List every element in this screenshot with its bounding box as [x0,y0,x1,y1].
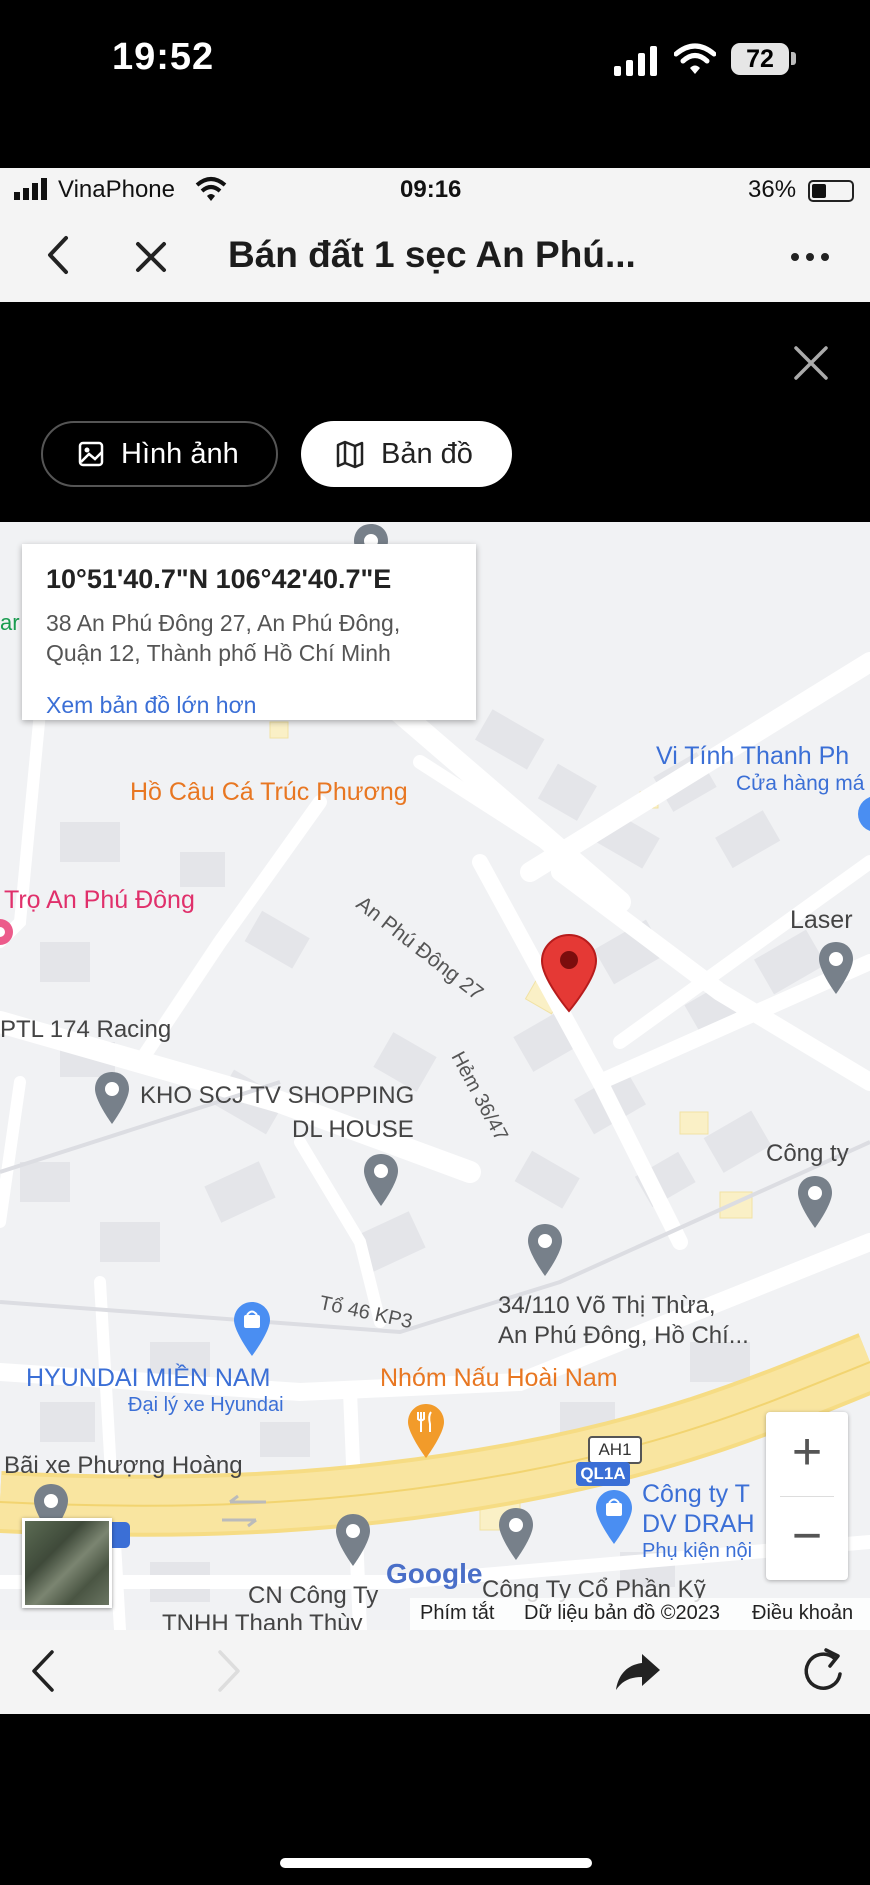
inner-clock: 09:16 [400,176,462,203]
nav-bar: Bán đất 1 sẹc An Phú... [0,210,870,303]
map-label: Cửa hàng má [736,772,865,795]
place-info-card: 10°51'40.7"N 106°42'40.7"E 38 An Phú Đôn… [22,544,476,720]
map-icon [336,440,364,469]
share-icon[interactable] [614,1650,662,1692]
tab-map-label: Bản đồ [381,437,473,470]
place-pin-icon[interactable] [93,1070,131,1126]
route-badge-ah1: AH1 [588,1436,642,1464]
battery-icon: 72 [731,43,789,75]
back-icon[interactable] [44,234,72,276]
shopping-pin-icon[interactable] [232,1300,272,1358]
map-label: Công ty T [642,1480,750,1508]
map-label: KHO SCJ TV SHOPPING [140,1082,415,1109]
shopping-pin-icon[interactable] [856,794,870,834]
restaurant-pin-icon[interactable] [406,1402,446,1460]
inner-status-bar: VinaPhone 09:16 36% [0,168,870,210]
os-status-bar: 19:52 72 [0,0,870,168]
image-icon [78,441,104,467]
forward-icon[interactable] [214,1648,244,1694]
zoom-out-button[interactable]: − [766,1496,848,1580]
tab-images-label: Hình ảnh [121,437,239,470]
satellite-view-toggle[interactable] [22,1518,112,1608]
map-label: Nhóm Nấu Hoài Nam [380,1364,618,1392]
map-label: CN Công Ty [248,1582,379,1609]
map-label: Laser [790,906,853,934]
map-label: DV DRAH [642,1510,755,1538]
close-icon[interactable] [134,240,168,274]
close-viewer-icon[interactable] [792,344,830,382]
map-label: DL HOUSE [292,1116,414,1143]
terms-link[interactable]: Điều khoản [752,1602,853,1625]
battery-icon [808,180,854,202]
map-label: HYUNDAI MIỀN NAM [26,1364,271,1392]
map-label: Phụ kiện nội [642,1540,753,1562]
home-indicator[interactable] [280,1858,592,1868]
page-title: Bán đất 1 sẹc An Phú... [228,234,636,275]
battery-tip [791,52,796,65]
address-line-1: 38 An Phú Đông 27, An Phú Đông, [46,610,401,636]
map-label: PTL 174 Racing [0,1016,172,1043]
map-label: Bãi xe Phượng Hoàng [4,1452,243,1479]
place-pin-icon[interactable] [796,1174,834,1230]
traffic-direction-icon [222,1494,266,1528]
more-options-icon[interactable] [790,252,830,262]
map-data-text: Dữ liệu bản đồ ©2023 [524,1602,721,1624]
address-line-2: Quận 12, Thành phố Hồ Chí Minh [46,640,391,666]
place-pin-icon[interactable] [817,940,855,996]
os-clock: 19:52 [112,36,215,78]
signal-icon [14,178,47,200]
route-badge-ql1a: QL1A [576,1462,630,1486]
place-pin-icon[interactable] [497,1506,535,1562]
wifi-icon [195,177,227,201]
map-label: TNHH Thanh Thùy [162,1610,363,1630]
carrier-name: VinaPhone [58,176,175,203]
map-label: Trọ An Phú Đông [4,886,195,914]
map-label: ar [0,610,20,635]
shopping-pin-icon[interactable] [594,1488,634,1546]
map-view[interactable]: AH1 QL1A ar Hồ Câu Cá Trúc Phương Vi Tín… [0,522,870,1630]
place-pin-icon[interactable] [362,1152,400,1208]
place-pin-icon[interactable] [526,1222,564,1278]
map-attribution: Phím tắt Dữ liệu bản đồ ©2023 Điều khoản [410,1598,870,1630]
map-label: Đại lý xe Hyundai [128,1394,284,1416]
wifi-icon [674,43,716,74]
reload-icon[interactable] [800,1646,848,1696]
map-label: Hồ Câu Cá Trúc Phương [130,778,408,806]
tab-map[interactable]: Bản đồ [301,421,512,487]
battery-percent: 36% [748,176,797,203]
tab-images[interactable]: Hình ảnh [41,421,278,487]
shortcuts-link[interactable]: Phím tắt [420,1602,494,1625]
back-icon[interactable] [28,1648,58,1694]
zoom-controls: + − [766,1412,848,1580]
map-label: Công ty [766,1140,849,1167]
map-label: Vi Tính Thanh Ph [656,742,850,770]
zoom-in-button[interactable]: + [766,1412,848,1496]
map-label: 34/110 Võ Thị Thừa, [498,1292,716,1319]
map-label: An Phú Đông, Hồ Chí... [498,1322,749,1349]
browser-bottom-bar [0,1630,870,1714]
lodging-pin-icon[interactable] [0,918,14,958]
media-viewer-header [0,302,870,522]
coordinates: 10°51'40.7"N 106°42'40.7"E [46,564,392,594]
place-pin-icon[interactable] [334,1512,372,1568]
google-logo: Google [386,1558,483,1589]
location-marker-icon[interactable] [539,932,599,1014]
view-larger-map-link[interactable]: Xem bản đồ lớn hơn [46,692,256,719]
signal-icon [614,46,657,76]
